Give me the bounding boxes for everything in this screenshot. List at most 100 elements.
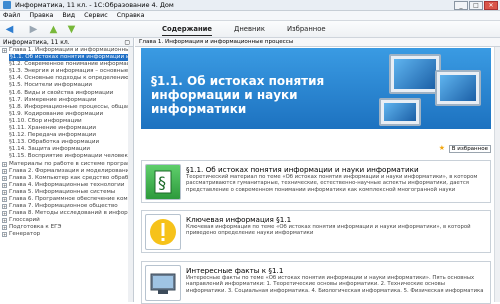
tree-item[interactable]: +Глава 8. Методы исследований в информат…	[2, 210, 128, 217]
maximize-button[interactable]: □	[469, 1, 483, 10]
card-title[interactable]: Интересные факты к §1.1	[186, 266, 283, 275]
tree-item-label: Глава 4. Информационные технологии	[9, 181, 125, 188]
tree-item[interactable]: +Материалы по работе в системе программ …	[2, 161, 128, 168]
tree-item-label: §1.10. Сбор информации	[9, 117, 82, 124]
content-area: Глава 1. Информация и информационные про…	[135, 38, 500, 304]
tree-item[interactable]: §1.4. Основные подходы к определению пон…	[2, 75, 128, 82]
tree-item[interactable]: §1.10. Сбор информации	[2, 118, 128, 125]
expand-icon[interactable]: +	[2, 182, 7, 188]
expand-icon[interactable]: +	[2, 218, 7, 224]
tree-item[interactable]: + Глава 7. Информационное общество	[2, 203, 128, 210]
tree-item-label: Подготовка к ЕГЭ	[9, 224, 62, 231]
menu-edit[interactable]: Правка	[29, 12, 53, 19]
tree-item-label: §1.3. Энергия и информация – основные св…	[9, 68, 128, 75]
left-scrollbar[interactable]	[128, 47, 133, 302]
tree-item[interactable]: + Глава 2. Формализация и моделирование	[2, 168, 128, 175]
tab-diary[interactable]: Дневник	[234, 25, 265, 36]
tree-item[interactable]: + Подготовка к ЕГЭ	[2, 224, 128, 231]
tree-item[interactable]: §1.9. Кодирование информации	[2, 111, 128, 118]
tree-item-label: Материалы по работе в системе программ «…	[9, 160, 128, 167]
title-bar: Информатика, 11 кл. - 1С:Образование 4. …	[0, 0, 500, 11]
tree-item[interactable]: §1.1. Об истоках понятия информации и на…	[2, 54, 128, 62]
tree-item-label: Глава 3. Компьютер как средство обработк…	[9, 174, 128, 181]
expand-icon[interactable]: +	[2, 211, 7, 217]
tree-item[interactable]: +Глава 6. Программное обеспечение компью…	[2, 196, 128, 203]
monitor-image	[435, 70, 481, 106]
close-button[interactable]: ✕	[484, 1, 498, 10]
tree-item[interactable]: §1.6. Виды и свойства информации	[2, 90, 128, 97]
tree-item[interactable]: + Глава 5. Информационные системы	[2, 189, 128, 196]
window-title: Информатика, 11 кл. - 1С:Образование 4. …	[15, 1, 174, 9]
star-icon[interactable]: ★	[439, 144, 445, 152]
tree-item-label: Глава 1. Информация и информационные про…	[9, 47, 128, 53]
contents-panel: Информатика, 11 кл. ▢ + Глава 1. Информац…	[0, 38, 134, 302]
tree-item-label: §1.11. Хранение информации	[9, 125, 97, 132]
tree-item-label: Глава 6. Программное обеспечение компьют…	[9, 195, 128, 202]
lesson-card[interactable]: Интересные факты к §1.1 Интересные факты…	[141, 261, 491, 304]
card-text: Теоретический материал по теме «Об исток…	[186, 174, 478, 193]
card-title[interactable]: §1.1. Об истоках понятия информации и на…	[186, 165, 419, 174]
back-icon[interactable]: ◀	[4, 24, 15, 35]
tree-item[interactable]: §1.8. Информационные процессы, общая хар…	[2, 104, 128, 111]
banner-title: §1.1. Об истоках понятия информации и на…	[151, 74, 325, 116]
facts-icon	[145, 265, 181, 301]
menu-service[interactable]: Сервис	[84, 12, 108, 19]
tree-item[interactable]: §1.7. Измерение информации	[2, 97, 128, 104]
menu-view[interactable]: Вид	[62, 12, 75, 19]
expand-icon[interactable]: +	[2, 189, 7, 195]
monitor-image	[389, 54, 441, 94]
favorites-row: ★ В избранное	[141, 144, 491, 154]
tree-item-label: §1.4. Основные подходы к определению пон…	[9, 75, 128, 82]
expand-icon[interactable]: +	[2, 168, 7, 174]
lesson-card[interactable]: Ключевая информация §1.1 Ключевая информ…	[141, 210, 491, 253]
tree-item[interactable]: §1.13. Обработка информации	[2, 139, 128, 146]
book-icon: §	[145, 164, 181, 200]
expand-icon[interactable]: +	[2, 197, 7, 203]
tree-item-label: §1.14. Защита информации	[9, 146, 90, 153]
content-scrollbar[interactable]	[494, 47, 500, 302]
tree-item[interactable]: + Глава 4. Информационные технологии	[2, 182, 128, 189]
tree-item[interactable]: §1.3. Энергия и информация – основные св…	[2, 68, 128, 75]
tree-item-label: §1.9. Кодирование информации	[9, 110, 104, 117]
tree-item[interactable]: §1.2. Современное понимание информации	[2, 61, 128, 68]
menu-help[interactable]: Справка	[117, 12, 145, 19]
tree-item[interactable]: §1.14. Защита информации	[2, 146, 128, 153]
minimize-button[interactable]: _	[454, 1, 468, 10]
tree-item[interactable]: §1.11. Хранение информации	[2, 125, 128, 132]
tree-item[interactable]: §1.15. Восприятие информации человеком	[2, 153, 128, 160]
forward-icon[interactable]: ▶	[28, 24, 39, 35]
app-icon	[3, 1, 11, 9]
tab-favorites[interactable]: Избранное	[287, 25, 326, 36]
up-icon[interactable]: ▲	[48, 24, 59, 35]
breadcrumb: Глава 1. Информация и информационные про…	[135, 38, 500, 47]
expand-icon[interactable]: +	[2, 232, 7, 238]
expand-icon[interactable]: +	[2, 225, 7, 231]
tree-item[interactable]: +Глава 1. Информация и информационные пр…	[2, 47, 128, 54]
expand-icon[interactable]: +	[2, 204, 7, 210]
menu-file[interactable]: Файл	[3, 12, 20, 19]
monitor-image	[379, 98, 421, 126]
tree-item-label: §1.7. Измерение информации	[9, 96, 97, 103]
lesson-banner: §1.1. Об истоках понятия информации и на…	[141, 48, 491, 129]
menu-bar: Файл Правка Вид Сервис Справка	[0, 11, 500, 21]
card-title[interactable]: Ключевая информация §1.1	[186, 215, 291, 224]
expand-icon[interactable]: +	[2, 48, 7, 54]
tree-item-label: Глоссарий	[9, 217, 40, 224]
down-icon[interactable]: ▼	[66, 24, 77, 35]
tree-item[interactable]: §1.5. Носители информации	[2, 82, 128, 89]
tab-contents[interactable]: Содержание	[162, 25, 213, 36]
contents-header: Информатика, 11 кл. ▢	[0, 38, 133, 47]
tree-item-label: §1.12. Передача информации	[9, 132, 97, 139]
expand-icon[interactable]: +	[2, 175, 7, 181]
lesson-card[interactable]: § §1.1. Об истоках понятия информации и …	[141, 160, 491, 203]
tree-item-label: §1.15. Восприятие информации человеком	[9, 153, 128, 160]
collapse-icon[interactable]: ▢	[124, 39, 130, 46]
expand-icon[interactable]: +	[2, 161, 7, 167]
tree-item[interactable]: +Глава 3. Компьютер как средство обработ…	[2, 175, 128, 182]
favorites-select[interactable]: В избранное	[448, 145, 491, 153]
tree-item-label: §1.8. Информационные процессы, общая хар…	[9, 103, 128, 110]
tree-item[interactable]: + Генератор	[2, 231, 128, 238]
tree-item[interactable]: §1.12. Передача информации	[2, 132, 128, 139]
tree-item[interactable]: + Глоссарий	[2, 217, 128, 224]
card-text: Ключевая информация по теме «Об истоках …	[186, 224, 471, 237]
